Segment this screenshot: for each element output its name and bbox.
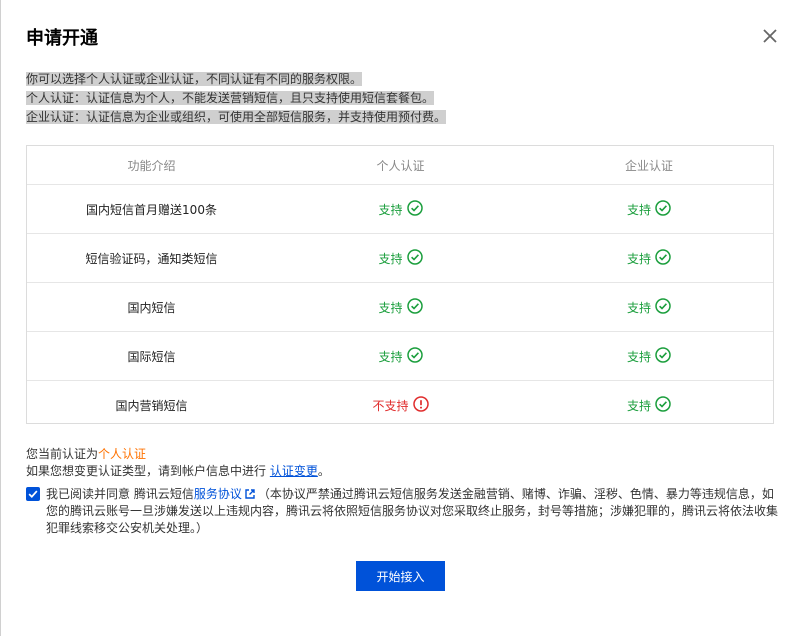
personal-status-cell: 支持	[276, 199, 525, 219]
intro-line: 个人认证：认证信息为个人，不能发送营销短信，且只支持使用短信套餐包。	[26, 91, 435, 105]
table-row: 短信验证码，通知类短信 支持 支持	[27, 234, 773, 283]
status-text: 支持	[378, 300, 403, 315]
exclamation-circle-icon	[412, 395, 429, 415]
personal-status-cell: 支持	[276, 248, 525, 268]
check-circle-icon	[655, 346, 671, 366]
status-text: 支持	[626, 349, 651, 364]
check-circle-icon	[406, 199, 423, 219]
feature-name: 国内短信首月赠送100条	[86, 202, 217, 217]
current-auth-info: 您当前认证为个人认证 如果您想变更认证类型，请到帐户信息中进行 认证变更。	[26, 446, 330, 480]
column-header: 功能介绍	[127, 158, 176, 173]
check-circle-icon	[406, 346, 423, 366]
change-hint: 如果您想变更认证类型，请到帐户信息中进行	[26, 464, 267, 478]
check-circle-icon	[655, 199, 671, 219]
change-suffix: 。	[317, 464, 330, 478]
feature-name: 国内营销短信	[115, 398, 188, 413]
start-button[interactable]: 开始接入	[356, 561, 445, 591]
check-circle-icon	[655, 395, 671, 415]
agreement-prefix: 我已阅读并同意 腾讯云短信	[46, 487, 194, 501]
check-circle-icon	[655, 248, 671, 268]
enterprise-status: 支持	[626, 297, 671, 317]
enterprise-status: 支持	[626, 199, 671, 219]
personal-status: 支持	[378, 297, 423, 317]
intro-line: 你可以选择个人认证或企业认证，不同认证有不同的服务权限。	[26, 72, 363, 86]
window-border	[0, 0, 1, 636]
personal-status-cell: 不支持	[276, 395, 525, 415]
status-text: 支持	[378, 251, 403, 266]
current-prefix: 您当前认证为	[26, 447, 99, 461]
enterprise-status: 支持	[626, 346, 671, 366]
column-header: 企业认证	[624, 158, 673, 173]
enterprise-status-cell: 支持	[525, 248, 773, 268]
feature-name: 短信验证码，通知类短信	[85, 251, 218, 266]
intro-text: 你可以选择个人认证或企业认证，不同认证有不同的服务权限。 个人认证：认证信息为个…	[26, 70, 447, 127]
personal-status: 支持	[378, 199, 423, 219]
status-text: 支持	[378, 349, 403, 364]
status-text: 不支持	[372, 398, 409, 413]
enterprise-status: 支持	[626, 248, 671, 268]
feature-name: 国际短信	[127, 349, 176, 364]
check-circle-icon	[655, 297, 671, 317]
enterprise-status-cell: 支持	[525, 199, 773, 219]
table-row: 国内营销短信 不支持 支持	[27, 381, 773, 429]
status-text: 支持	[626, 202, 651, 217]
enterprise-status-cell: 支持	[525, 297, 773, 317]
enterprise-status-cell: 支持	[525, 395, 773, 415]
agreement: 我已阅读并同意 腾讯云短信服务协议 （本协议严禁通过腾讯云短信服务发送金融营销、赌…	[26, 486, 778, 537]
dialog-title: 申请开通	[26, 28, 98, 49]
personal-status: 支持	[378, 248, 423, 268]
current-auth-type: 个人认证	[98, 447, 147, 461]
checkmark-icon	[28, 490, 38, 498]
service-agreement-link[interactable]: 服务协议	[194, 487, 242, 501]
table-row: 国际短信 支持 支持	[27, 332, 773, 381]
status-text: 支持	[626, 300, 651, 315]
enterprise-status-cell: 支持	[525, 346, 773, 366]
auth-change-link[interactable]: 认证变更	[270, 464, 318, 478]
personal-status: 支持	[378, 346, 423, 366]
check-circle-icon	[406, 248, 423, 268]
status-text: 支持	[626, 398, 651, 413]
table-header: 功能介绍 个人认证 企业认证	[27, 146, 773, 185]
table-row: 国内短信 支持 支持	[27, 283, 773, 332]
personal-status-cell: 支持	[276, 346, 525, 366]
intro-line: 企业认证：认证信息为企业或组织，可使用全部短信服务，并支持使用预付费。	[26, 110, 447, 124]
status-text: 支持	[378, 202, 403, 217]
feature-name: 国内短信	[127, 300, 176, 315]
external-link-icon[interactable]	[244, 488, 256, 500]
feature-table: 功能介绍 个人认证 企业认证 国内短信首月赠送100条 支持 支持 短信验证码，通知类…	[26, 145, 774, 424]
status-text: 支持	[626, 251, 651, 266]
agreement-checkbox[interactable]	[26, 487, 40, 501]
table-row: 国内短信首月赠送100条 支持 支持	[27, 185, 773, 234]
column-header: 个人认证	[376, 158, 425, 173]
personal-status: 不支持	[372, 395, 429, 415]
close-icon[interactable]	[760, 26, 780, 46]
enterprise-status: 支持	[626, 395, 671, 415]
personal-status-cell: 支持	[276, 297, 525, 317]
check-circle-icon	[406, 297, 423, 317]
